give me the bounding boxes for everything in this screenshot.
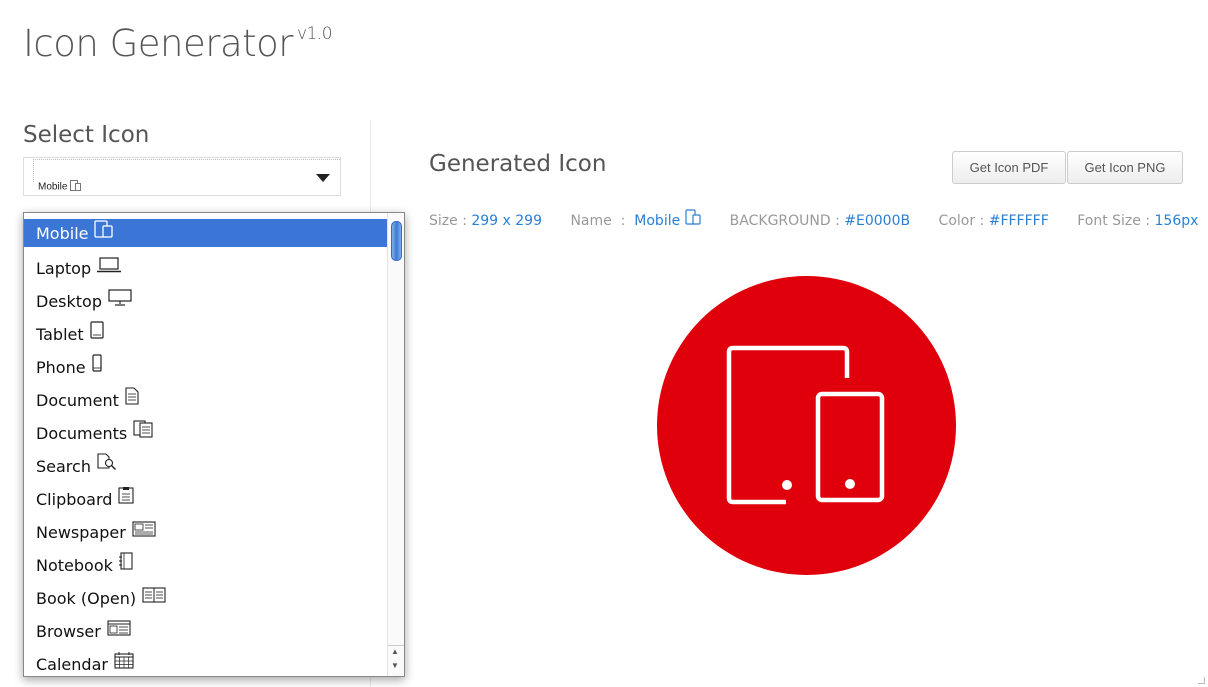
mobile-tablet-icon [70, 180, 82, 194]
mobile-tablet-icon [685, 209, 701, 229]
option-book-open[interactable]: Book (Open) [24, 582, 388, 615]
info-font-size: Font Size : 156px [1077, 213, 1198, 229]
clipboard-icon [118, 482, 134, 515]
dropdown-scrollbar[interactable]: ▲ ▼ [387, 213, 404, 676]
option-label: Phone [36, 358, 86, 377]
option-mobile[interactable]: Mobile [24, 219, 388, 247]
info-background-value: #E0000B [844, 213, 911, 229]
chevron-down-icon [316, 174, 330, 182]
option-tablet[interactable]: Tablet [24, 318, 388, 351]
documents-icon [133, 416, 153, 449]
option-label: Search [36, 457, 91, 476]
info-color-label: Color : [938, 213, 985, 229]
info-size: Size : 299 x 299 [429, 213, 542, 229]
generated-icon-preview [657, 276, 956, 575]
info-name-label: Name : [570, 213, 626, 229]
option-phone[interactable]: Phone [24, 351, 388, 384]
option-search[interactable]: Search [24, 450, 388, 483]
document-icon [125, 383, 139, 416]
info-font-size-value: 156px [1154, 213, 1199, 229]
icon-info-row: Size : 299 x 299 Name : Mobile BACKGROUN… [429, 209, 1208, 231]
option-calendar[interactable]: Calendar [24, 647, 388, 676]
info-color-value: #FFFFFF [988, 213, 1049, 229]
icon-select[interactable]: Mobile [23, 157, 341, 196]
select-focus-ring [33, 159, 340, 182]
icon-dropdown-list[interactable]: Mobile Laptop Desktop Tablet Phone Docum… [23, 212, 405, 677]
scrollbar-divider [388, 645, 404, 646]
newspaper-icon [132, 515, 156, 548]
option-label: Desktop [36, 292, 102, 311]
option-laptop[interactable]: Laptop [24, 252, 388, 285]
icon-option-list: Mobile Laptop Desktop Tablet Phone Docum… [24, 213, 388, 676]
option-documents[interactable]: Documents [24, 417, 388, 450]
option-label: Calendar [36, 655, 108, 674]
mobile-tablet-icon [94, 218, 114, 248]
option-document[interactable]: Document [24, 384, 388, 417]
app-title-text: Icon Generator [23, 22, 294, 65]
info-size-label: Size : [429, 213, 467, 229]
info-background-label: BACKGROUND : [729, 213, 840, 229]
mobile-tablet-icon [726, 345, 885, 505]
resize-grip-icon[interactable] [1198, 677, 1205, 684]
option-label: Browser [36, 622, 101, 641]
desktop-icon [108, 284, 132, 317]
generated-icon-heading: Generated Icon [429, 151, 607, 177]
option-newspaper[interactable]: Newspaper [24, 516, 388, 549]
option-label: Documents [36, 424, 128, 443]
browser-icon [107, 614, 131, 647]
option-notebook[interactable]: Notebook [24, 549, 388, 582]
option-clipboard[interactable]: Clipboard [24, 483, 388, 516]
notebook-icon [118, 548, 133, 581]
info-size-value: 299 x 299 [471, 213, 542, 229]
option-browser[interactable]: Browser [24, 615, 388, 648]
option-label: Tablet [36, 325, 84, 344]
scroll-thumb[interactable] [391, 221, 402, 261]
phone-icon [91, 350, 102, 383]
info-font-size-label: Font Size : [1077, 213, 1151, 229]
info-name: Name : Mobile [570, 209, 701, 229]
option-label: Document [36, 391, 119, 410]
option-label: Newspaper [36, 523, 126, 542]
info-name-value: Mobile [634, 213, 681, 229]
scroll-down-icon[interactable]: ▼ [391, 661, 399, 671]
option-desktop[interactable]: Desktop [24, 285, 388, 318]
scroll-up-icon[interactable]: ▲ [391, 647, 399, 657]
select-value: Mobile [38, 180, 82, 194]
option-label: Book (Open) [36, 589, 137, 608]
get-icon-png-button[interactable]: Get Icon PNG [1067, 151, 1183, 184]
option-label: Mobile [36, 224, 89, 243]
laptop-icon [97, 251, 122, 284]
get-icon-pdf-button[interactable]: Get Icon PDF [952, 151, 1066, 184]
info-background: BACKGROUND : #E0000B [730, 213, 910, 229]
option-label: Notebook [36, 556, 113, 575]
tablet-icon [90, 317, 104, 350]
app-version: v1.0 [297, 23, 333, 44]
select-value-text: Mobile [38, 181, 68, 193]
info-color: Color : #FFFFFF [939, 213, 1049, 229]
calendar-icon [114, 647, 134, 676]
search-document-icon [97, 449, 117, 482]
open-book-icon [142, 581, 166, 614]
option-label: Clipboard [36, 490, 113, 509]
option-label: Laptop [36, 259, 92, 278]
app-title: Icon Generator v1.0 [23, 22, 333, 65]
select-icon-heading: Select Icon [23, 122, 150, 148]
